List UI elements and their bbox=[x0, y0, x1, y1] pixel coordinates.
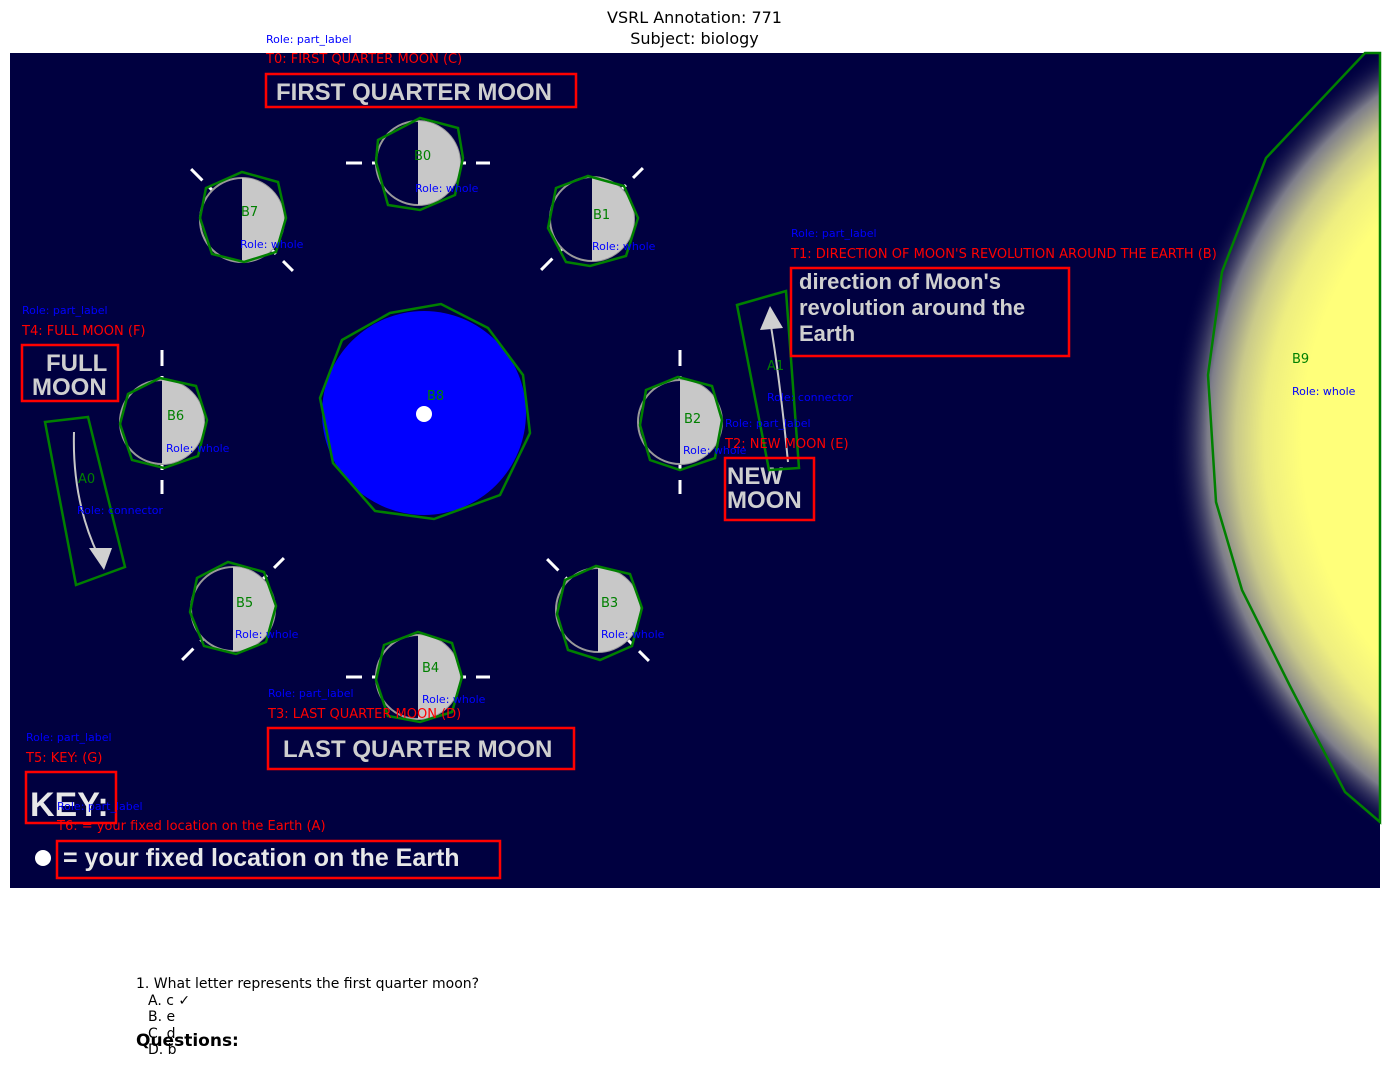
first-quarter-moon-text: FIRST QUARTER MOON bbox=[276, 79, 552, 106]
questions-heading: Questions: bbox=[136, 1031, 239, 1051]
location-dot-earth bbox=[416, 406, 432, 422]
role-label: Role: connector bbox=[77, 504, 163, 517]
text-box-label: T5: KEY: (G) bbox=[25, 751, 102, 766]
text-box-label: T6: = your fixed location on the Earth (… bbox=[56, 819, 326, 834]
role-label: Role: whole bbox=[235, 628, 299, 641]
role-label: Role: whole bbox=[1292, 385, 1356, 398]
role-label: Role: part_label bbox=[26, 731, 112, 744]
full-moon-text-line: MOON bbox=[32, 374, 107, 401]
role-label: Role: part_label bbox=[725, 417, 811, 430]
location-key-text: = your fixed location on the Earth bbox=[63, 844, 460, 872]
role-label: Role: whole bbox=[240, 238, 304, 251]
blob-id-label: B3 bbox=[601, 596, 618, 611]
role-label: Role: part_label bbox=[57, 800, 143, 813]
role-label: Role: part_label bbox=[268, 687, 354, 700]
blob-id-label: B4 bbox=[422, 661, 439, 676]
role-label: Role: whole bbox=[166, 442, 230, 455]
blob-id-label: B6 bbox=[167, 409, 184, 424]
blob-id-label: B5 bbox=[236, 596, 253, 611]
direction-text-line: direction of Moon's bbox=[799, 269, 1001, 294]
arrow-id-label: A1 bbox=[767, 359, 784, 374]
text-box-label: T3: LAST QUARTER MOON (D) bbox=[267, 707, 461, 722]
answer-option: A. c ✓ bbox=[148, 992, 191, 1009]
role-label: Role: connector bbox=[767, 391, 853, 404]
blob-id-label: B2 bbox=[684, 412, 701, 427]
last-quarter-moon-text: LAST QUARTER MOON bbox=[283, 736, 552, 763]
role-label: Role: whole bbox=[683, 444, 747, 457]
question-text: 1. What letter represents the first quar… bbox=[136, 976, 480, 992]
full-moon-text-line: FULL bbox=[46, 350, 107, 377]
blob-id-label: B9 bbox=[1292, 352, 1309, 367]
role-label: Role: whole bbox=[422, 693, 486, 706]
new-moon-text-line: MOON bbox=[727, 487, 802, 514]
text-box-label: T1: DIRECTION OF MOON'S REVOLUTION AROUN… bbox=[790, 247, 1217, 262]
arrow-id-label: A0 bbox=[78, 472, 95, 487]
role-label: Role: whole bbox=[415, 182, 479, 195]
blob-id-label: B1 bbox=[593, 208, 610, 223]
text-box-label: T0: FIRST QUARTER MOON (C) bbox=[265, 52, 462, 67]
role-label: Role: part_label bbox=[266, 33, 352, 46]
role-label: Role: part_label bbox=[791, 227, 877, 240]
answer-option: B. e bbox=[148, 1009, 176, 1025]
key-location-dot bbox=[35, 850, 51, 866]
blob-id-label: B0 bbox=[414, 149, 431, 164]
new-moon-text-line: NEW bbox=[727, 463, 783, 490]
direction-text-line: revolution around the bbox=[799, 295, 1025, 320]
role-label: Role: whole bbox=[592, 240, 656, 253]
blob-id-label: B7 bbox=[241, 205, 258, 220]
role-label: Role: part_label bbox=[22, 304, 108, 317]
role-label: Role: whole bbox=[601, 628, 665, 641]
blob-id-label: B8 bbox=[427, 389, 444, 404]
direction-text-line: Earth bbox=[799, 321, 855, 346]
annotated-diagram: FIRST QUARTER MOON direction of Moon's r… bbox=[10, 33, 1382, 888]
text-box-label: T4: FULL MOON (F) bbox=[21, 324, 146, 339]
